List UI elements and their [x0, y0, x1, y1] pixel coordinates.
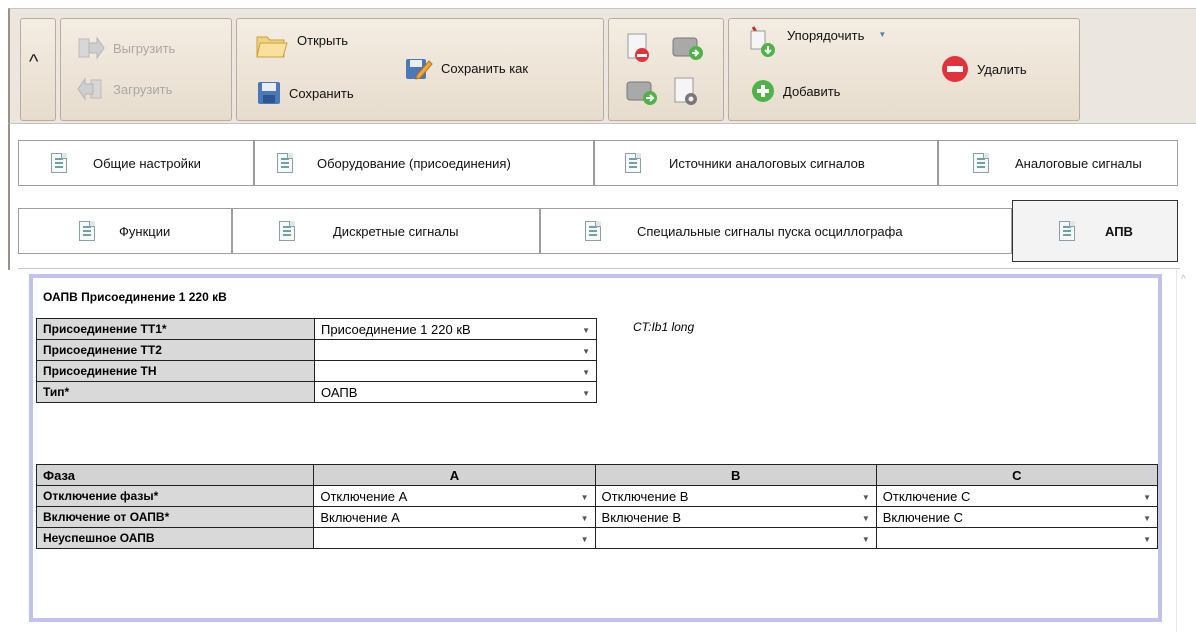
- document-icon: [585, 221, 601, 241]
- prop-label: Присоединение ТТ2: [36, 339, 315, 361]
- ribbon-group-data: [608, 18, 724, 121]
- row-label: Неуспешное ОАПВ: [35, 527, 315, 549]
- table-row: Присоединение ТТ1* Присоединение 1 220 к…: [36, 318, 597, 340]
- save-as-icon: [405, 55, 433, 81]
- trip-b-combobox[interactable]: Отключение B ▼: [594, 485, 877, 507]
- document-icon: [51, 153, 67, 173]
- trip-c-combobox[interactable]: Отключение C ▼: [875, 485, 1159, 507]
- sort-dropdown-arrow-icon[interactable]: ▼: [878, 30, 886, 39]
- fail-a-combobox[interactable]: ▼: [313, 527, 596, 549]
- remove-document-icon[interactable]: [625, 33, 653, 63]
- chevron-down-icon: ▼: [580, 514, 589, 523]
- chevron-down-icon: ▼: [1143, 535, 1151, 544]
- scroll-up-arrow-icon[interactable]: ^: [1181, 274, 1186, 285]
- close-c-combobox[interactable]: Включение C ▼: [875, 506, 1159, 528]
- fail-c-combobox[interactable]: ▼: [875, 527, 1159, 549]
- collapse-chevron-icon: ^: [29, 51, 39, 73]
- vt-combobox[interactable]: ▼: [314, 360, 597, 382]
- tab-analog-sources[interactable]: Источники аналоговых сигналов: [594, 140, 938, 186]
- ribbon-toolbar: ^ Выгрузить Загрузить Открыть Сохранить …: [8, 8, 1196, 124]
- chevron-down-icon: ▼: [582, 326, 590, 335]
- ribbon-group-transfer: Выгрузить Загрузить: [60, 18, 232, 121]
- phase-header: A: [313, 464, 596, 486]
- tab-oscillograph-signals[interactable]: Специальные сигналы пуска осциллографа: [540, 208, 1012, 254]
- chevron-down-icon: ▼: [861, 493, 870, 502]
- chevron-down-icon: ▼: [582, 389, 590, 398]
- chevron-down-icon: ▼: [580, 535, 589, 544]
- phase-header: B: [594, 464, 877, 486]
- chevron-down-icon: ▼: [1143, 514, 1151, 523]
- type-combobox[interactable]: ОАПВ ▼: [314, 381, 597, 403]
- document-icon: [277, 153, 293, 173]
- table-row: Тип* ОАПВ ▼: [36, 381, 597, 403]
- prop-label: Присоединение ТН: [36, 360, 315, 382]
- document-settings-icon[interactable]: [671, 77, 701, 107]
- open-button[interactable]: Открыть: [255, 31, 348, 61]
- properties-table: Присоединение ТТ1* Присоединение 1 220 к…: [36, 318, 597, 403]
- apv-section-panel: ОАПВ Присоединение 1 220 кВ Присоединени…: [29, 274, 1162, 622]
- phase-table: Фаза A B C Отключение фазы* Отключение A…: [35, 464, 1159, 549]
- document-icon: [279, 221, 295, 241]
- export-button[interactable]: Выгрузить: [77, 35, 175, 61]
- add-button[interactable]: Добавить: [751, 79, 840, 103]
- export-arrow-icon: [77, 35, 105, 61]
- tab-analog-signals[interactable]: Аналоговые сигналы: [938, 140, 1178, 186]
- chevron-down-icon: ▼: [582, 368, 590, 377]
- table-row: Присоединение ТН ▼: [36, 360, 597, 382]
- phase-header: C: [875, 464, 1159, 486]
- table-row: Включение от ОАПВ* Включение A ▼ Включени…: [35, 506, 1159, 528]
- section-title: ОАПВ Присоединение 1 220 кВ: [43, 290, 227, 304]
- ct1-combobox[interactable]: Присоединение 1 220 кВ ▼: [314, 318, 597, 340]
- prop-label: Тип*: [36, 381, 315, 403]
- table-row: Отключение фазы* Отключение A ▼ Отключени…: [35, 485, 1159, 507]
- chevron-down-icon: ▼: [1143, 493, 1151, 502]
- import-arrow-icon: [77, 76, 105, 102]
- import-button[interactable]: Загрузить: [77, 76, 172, 102]
- table-row: Неуспешное ОАПВ ▼ ▼ ▼: [35, 527, 1159, 549]
- export-database-icon[interactable]: [625, 77, 659, 107]
- delete-minus-icon: [941, 55, 969, 83]
- fail-b-combobox[interactable]: ▼: [594, 527, 877, 549]
- add-database-icon[interactable]: [671, 33, 705, 63]
- row-label: Включение от ОАПВ*: [35, 506, 315, 528]
- chevron-down-icon: ▼: [861, 514, 870, 523]
- folder-icon: [255, 31, 289, 61]
- trip-a-combobox[interactable]: Отключение A ▼: [313, 485, 596, 507]
- close-b-combobox[interactable]: Включение B ▼: [594, 506, 877, 528]
- ct2-combobox[interactable]: ▼: [314, 339, 597, 361]
- add-plus-icon: [751, 79, 775, 103]
- prop-label: Присоединение ТТ1*: [36, 318, 315, 340]
- tab-discrete-signals[interactable]: Дискретные сигналы: [232, 208, 540, 254]
- sort-button[interactable]: Упорядочить ▼: [749, 25, 886, 59]
- phase-header: Фаза: [35, 464, 315, 486]
- chevron-down-icon: ▼: [580, 493, 589, 502]
- table-row: Присоединение ТТ2 ▼: [36, 339, 597, 361]
- document-icon: [1059, 221, 1075, 241]
- vertical-scrollbar[interactable]: ^: [1176, 270, 1194, 632]
- close-a-combobox[interactable]: Включение A ▼: [313, 506, 596, 528]
- document-icon: [625, 153, 641, 173]
- table-header-row: Фаза A B C: [35, 464, 1159, 486]
- chevron-down-icon: ▼: [861, 535, 870, 544]
- floppy-disk-icon: [257, 81, 281, 105]
- collapse-ribbon-button[interactable]: ^: [20, 18, 56, 121]
- save-button[interactable]: Сохранить: [257, 81, 354, 105]
- document-icon: [79, 221, 95, 241]
- row-label: Отключение фазы*: [35, 485, 315, 507]
- sort-icon: [749, 25, 779, 59]
- ct-note: CT:Ib1 long: [633, 320, 695, 334]
- document-icon: [973, 153, 989, 173]
- tab-equipment[interactable]: Оборудование (присоединения): [254, 140, 594, 186]
- ribbon-group-edit: Упорядочить ▼ Добавить Удалить: [728, 18, 1080, 121]
- delete-button[interactable]: Удалить: [941, 55, 1027, 83]
- tab-general-settings[interactable]: Общие настройки: [18, 140, 254, 186]
- chevron-down-icon: ▼: [582, 347, 590, 356]
- tab-apv[interactable]: АПВ: [1012, 200, 1178, 262]
- tab-functions[interactable]: Функции: [18, 208, 232, 254]
- save-as-button[interactable]: Сохранить как: [405, 55, 528, 81]
- ribbon-group-file: Открыть Сохранить Сохранить как: [236, 18, 604, 121]
